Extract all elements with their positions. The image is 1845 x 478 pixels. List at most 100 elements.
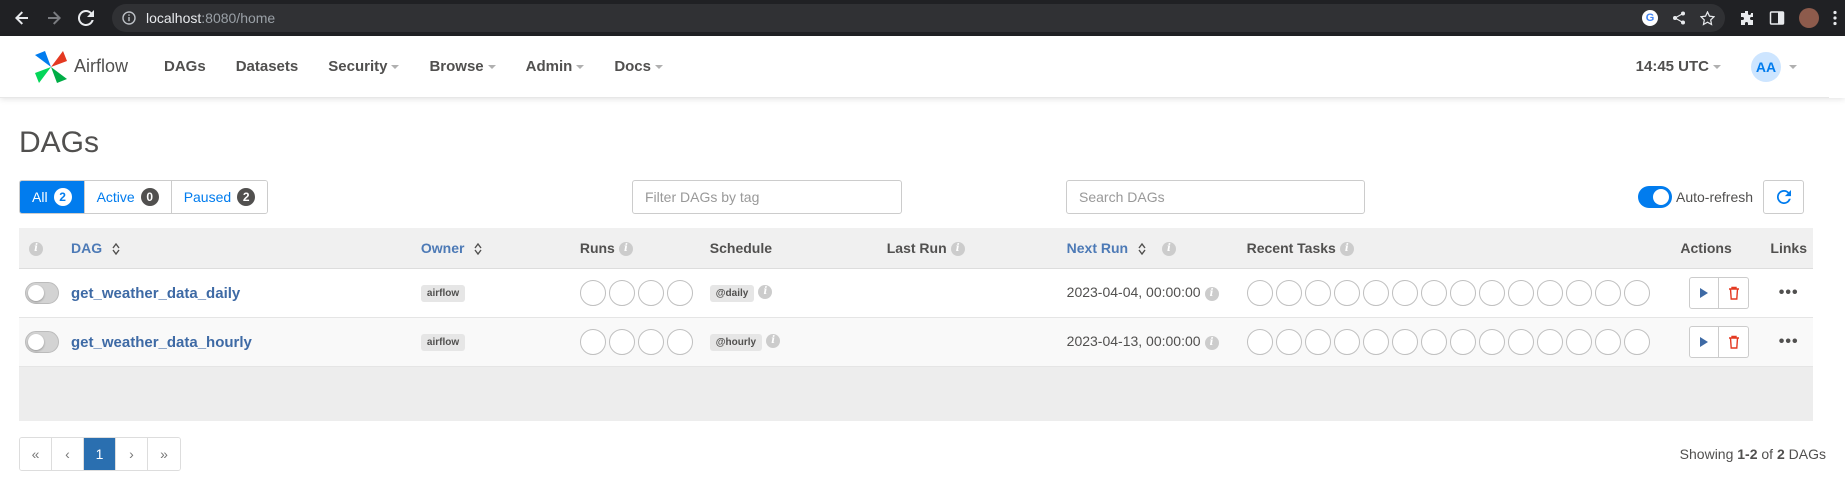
links-menu-icon[interactable]: ••• — [1779, 333, 1799, 350]
filter-paused-button[interactable]: Paused 2 — [171, 181, 268, 213]
info-icon[interactable]: i — [618, 241, 633, 256]
run-state-circle[interactable] — [637, 328, 664, 355]
trigger-dag-button[interactable] — [1689, 276, 1720, 309]
refresh-button[interactable] — [1763, 180, 1804, 214]
info-icon[interactable]: i — [758, 285, 773, 300]
task-state-circle[interactable] — [1449, 328, 1476, 355]
task-state-circle[interactable] — [1275, 279, 1302, 306]
trigger-dag-button[interactable] — [1689, 325, 1720, 358]
dag-pause-toggle[interactable] — [25, 330, 59, 353]
site-info-icon[interactable] — [122, 11, 136, 25]
page-first-button[interactable]: « — [20, 437, 52, 470]
schedule-tag[interactable]: @hourly — [709, 334, 763, 351]
nav-security[interactable]: Security — [328, 58, 400, 75]
task-state-circle[interactable] — [1420, 279, 1447, 306]
page-current-button[interactable]: 1 — [84, 437, 116, 470]
delete-dag-button[interactable] — [1719, 325, 1750, 358]
run-state-circle[interactable] — [579, 328, 606, 355]
task-state-circle[interactable] — [1507, 328, 1534, 355]
back-icon[interactable] — [8, 4, 36, 32]
search-dags-input[interactable] — [1066, 180, 1365, 214]
address-bar[interactable]: localhost:8080/home G — [112, 4, 1725, 32]
filter-active-button[interactable]: Active 0 — [84, 181, 172, 213]
task-state-circle[interactable] — [1333, 328, 1360, 355]
user-menu[interactable]: AA — [1751, 51, 1797, 82]
dag-id-link[interactable]: get_weather_data_hourly — [71, 333, 252, 350]
task-state-circle[interactable] — [1536, 279, 1563, 306]
delete-dag-button[interactable] — [1719, 276, 1750, 309]
info-icon[interactable]: i — [1204, 286, 1219, 301]
owner-tag[interactable]: airflow — [420, 334, 466, 351]
page-prev-button[interactable]: ‹ — [52, 437, 84, 470]
info-icon[interactable]: i — [1161, 241, 1176, 256]
task-state-circle[interactable] — [1391, 279, 1418, 306]
task-state-circle[interactable] — [1478, 328, 1505, 355]
header-dag[interactable]: DAG — [65, 228, 415, 269]
info-icon[interactable]: i — [950, 241, 965, 256]
extensions-icon[interactable] — [1739, 10, 1755, 26]
run-state-circle[interactable] — [666, 328, 693, 355]
dag-pause-toggle[interactable] — [25, 281, 59, 304]
task-state-circle[interactable] — [1304, 328, 1331, 355]
google-icon[interactable]: G — [1642, 10, 1658, 26]
task-state-circle[interactable] — [1536, 328, 1563, 355]
header-next-run-label: Next Run — [1066, 239, 1129, 256]
task-state-circle[interactable] — [1623, 328, 1650, 355]
task-state-circle[interactable] — [1565, 328, 1592, 355]
task-state-circle[interactable] — [1623, 279, 1650, 306]
header-next-run[interactable]: Next Run i — [1060, 228, 1241, 269]
scrollbar[interactable] — [1829, 36, 1845, 98]
timezone-clock[interactable]: 14:45 UTC — [1636, 58, 1721, 75]
task-state-circle[interactable] — [1362, 328, 1389, 355]
info-icon[interactable]: i — [766, 334, 781, 349]
run-state-circle[interactable] — [666, 279, 693, 306]
bookmark-star-icon[interactable] — [1700, 10, 1715, 26]
forward-icon[interactable] — [40, 4, 68, 32]
run-state-circle[interactable] — [608, 279, 635, 306]
schedule-tag[interactable]: @daily — [709, 285, 755, 302]
task-state-circle[interactable] — [1507, 279, 1534, 306]
task-state-circle[interactable] — [1449, 279, 1476, 306]
info-icon[interactable]: i — [29, 241, 43, 256]
run-state-circle[interactable] — [579, 279, 606, 306]
nav-admin[interactable]: Admin — [526, 58, 585, 75]
owner-tag[interactable]: airflow — [420, 285, 466, 302]
task-state-circle[interactable] — [1565, 279, 1592, 306]
reload-icon[interactable] — [72, 4, 100, 32]
page-next-button[interactable]: › — [116, 437, 148, 470]
task-state-circle[interactable] — [1304, 279, 1331, 306]
side-panel-icon[interactable] — [1769, 10, 1785, 26]
task-state-circle[interactable] — [1246, 279, 1273, 306]
autorefresh-switch[interactable] — [1638, 186, 1672, 208]
filter-all-button[interactable]: All 2 — [20, 181, 85, 213]
info-icon[interactable]: i — [1339, 241, 1354, 256]
nav-dags[interactable]: DAGs — [164, 58, 206, 75]
task-state-circle[interactable] — [1420, 328, 1447, 355]
brand-home-link[interactable]: Airflow — [32, 48, 128, 86]
tag-filter-input[interactable] — [632, 180, 902, 214]
dag-id-link[interactable]: get_weather_data_daily — [71, 284, 240, 301]
run-state-circle[interactable] — [637, 279, 664, 306]
page-last-button[interactable]: » — [148, 437, 180, 470]
nav-datasets[interactable]: Datasets — [236, 58, 299, 75]
header-links-label: Links — [1770, 239, 1807, 256]
task-state-circle[interactable] — [1246, 328, 1273, 355]
task-state-circle[interactable] — [1594, 279, 1621, 306]
run-state-circle[interactable] — [608, 328, 635, 355]
more-vert-icon[interactable] — [1833, 10, 1837, 26]
profile-avatar[interactable] — [1799, 8, 1819, 28]
task-state-circle[interactable] — [1594, 328, 1621, 355]
actions-cell — [1674, 317, 1765, 367]
task-state-circle[interactable] — [1333, 279, 1360, 306]
nav-docs[interactable]: Docs — [614, 58, 663, 75]
header-owner[interactable]: Owner — [414, 228, 574, 269]
task-state-circle[interactable] — [1391, 328, 1418, 355]
info-icon[interactable]: i — [1204, 335, 1219, 350]
task-state-circle[interactable] — [1362, 279, 1389, 306]
task-state-circle[interactable] — [1275, 328, 1302, 355]
task-state-circle[interactable] — [1478, 279, 1505, 306]
autorefresh-toggle[interactable]: Auto-refresh — [1638, 186, 1753, 208]
share-icon[interactable] — [1672, 11, 1686, 25]
links-menu-icon[interactable]: ••• — [1779, 284, 1799, 301]
nav-browse[interactable]: Browse — [429, 58, 496, 75]
